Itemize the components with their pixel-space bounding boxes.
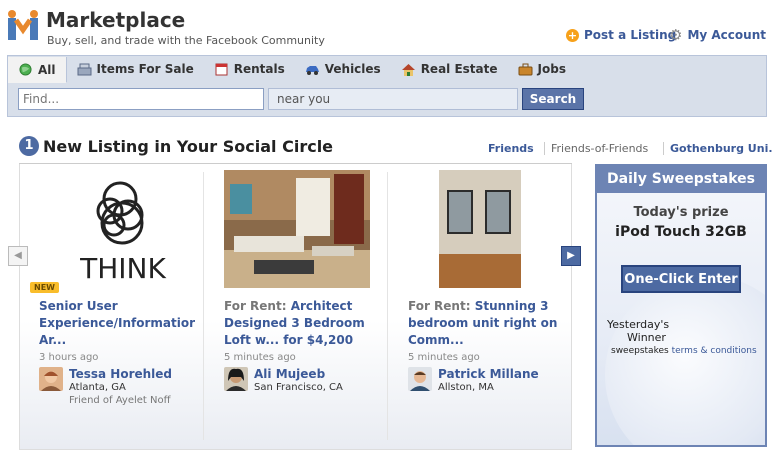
listing-title[interactable]: For Rent: Stunning 3 bedroom unit right …: [408, 298, 563, 349]
seller-info: Patrick Millane Allston, MA: [408, 367, 563, 394]
tab-label: All: [38, 62, 56, 77]
post-listing-link[interactable]: + Post a Listing: [566, 28, 676, 42]
search-button[interactable]: Search: [522, 88, 584, 110]
listing-details: Senior User Experience/Informatior Ar...…: [39, 298, 196, 408]
think-logo-image: THINK: [79, 181, 166, 285]
tab-label: Rentals: [233, 62, 285, 76]
filter-network[interactable]: Gothenburg Uni.: [663, 142, 773, 155]
listing-card[interactable]: THINK: [38, 170, 208, 288]
listing-image[interactable]: THINK: [38, 170, 208, 288]
app-title: Marketplace: [46, 8, 186, 32]
sweepstakes-terms: sweepstakes terms & conditions: [611, 346, 757, 356]
seller-name[interactable]: Patrick Millane: [438, 367, 539, 381]
location-input[interactable]: [268, 88, 518, 110]
loft-photo: [224, 170, 370, 288]
apartment-photo: [439, 170, 521, 288]
globe-background: [605, 275, 765, 445]
tab-label: Items For Sale: [96, 62, 194, 76]
terms-prefix: sweepstakes: [611, 346, 669, 356]
app-tagline: Buy, sell, and trade with the Facebook C…: [47, 34, 325, 47]
nav-panel: All Items For Sale Rentals Vehicles Real…: [7, 55, 767, 117]
tab-items-for-sale[interactable]: Items For Sale: [67, 56, 204, 82]
listing-title[interactable]: Senior User Experience/Informatior Ar...: [39, 298, 196, 349]
listing-image[interactable]: [224, 170, 370, 288]
listing-card[interactable]: [439, 170, 521, 288]
seller-info: Ali Mujeeb San Francisco, CA: [224, 367, 379, 394]
marketplace-logo: [8, 10, 38, 40]
listing-image[interactable]: [439, 170, 521, 288]
listing-time: 5 minutes ago: [408, 352, 480, 363]
tab-label: Jobs: [537, 62, 566, 76]
section-title: New Listing in Your Social Circle: [43, 137, 334, 156]
terms-link[interactable]: terms & conditions: [672, 346, 757, 356]
seller-text: Ali Mujeeb San Francisco, CA: [254, 367, 343, 394]
seller-avatar[interactable]: [224, 367, 248, 391]
listing-category: For Rent:: [224, 299, 287, 313]
seller-location: San Francisco, CA: [254, 382, 343, 393]
tab-vehicles[interactable]: Vehicles: [295, 56, 391, 82]
sweepstakes-content: Daily Sweepstakes Today's prize iPod Tou…: [597, 166, 765, 293]
car-icon: [305, 65, 319, 75]
calendar-icon: [215, 63, 228, 75]
listing-title[interactable]: For Rent: Architect Designed 3 Bedroom L…: [224, 298, 379, 349]
filter-friends-of-friends[interactable]: Friends-of-Friends: [544, 142, 648, 155]
listing-time: 3 hours ago: [39, 352, 99, 363]
tab-jobs[interactable]: Jobs: [508, 56, 576, 82]
listing-details: For Rent: Stunning 3 bedroom unit right …: [408, 298, 563, 394]
seller-relation: Friend of Ayelet Noff: [69, 395, 171, 406]
my-account-link[interactable]: ⚙ My Account: [669, 25, 766, 44]
yesterday-label: Yesterday's: [607, 318, 670, 331]
search-row: Search: [18, 88, 584, 110]
sweepstakes-panel: Daily Sweepstakes Today's prize iPod Tou…: [595, 164, 767, 447]
tab-rentals[interactable]: Rentals: [204, 56, 295, 82]
house-icon: [401, 63, 415, 76]
filter-friends[interactable]: Friends: [488, 142, 534, 155]
tab-label: Vehicles: [324, 62, 381, 76]
seller-avatar[interactable]: [408, 367, 432, 391]
sweepstakes-title: Daily Sweepstakes: [597, 166, 765, 193]
listing-title-text: Senior User Experience/Informatior Ar...: [39, 299, 196, 347]
carousel-prev-button[interactable]: ◀: [8, 246, 28, 266]
winner-label: Winner: [627, 331, 666, 344]
yesterday-winner: Yesterday's Winner: [607, 318, 669, 344]
carousel-next-button[interactable]: ▶: [561, 246, 581, 266]
search-input[interactable]: [18, 88, 264, 110]
new-badge: NEW: [30, 282, 59, 293]
seller-text: Tessa Horehled Atlanta, GA Friend of Aye…: [69, 367, 172, 408]
globe-icon: [19, 63, 32, 76]
card-divider: [387, 172, 388, 440]
gear-icon: ⚙: [669, 25, 683, 44]
tab-real-estate[interactable]: Real Estate: [391, 56, 508, 82]
my-account-label: My Account: [687, 28, 766, 42]
seller-avatar[interactable]: [39, 367, 63, 391]
category-tabs: All Items For Sale Rentals Vehicles Real…: [8, 56, 576, 83]
listing-details: For Rent: Architect Designed 3 Bedroom L…: [224, 298, 379, 394]
seller-name[interactable]: Tessa Horehled: [69, 367, 172, 381]
prize-name: iPod Touch 32GB: [615, 224, 747, 240]
listing-time: 5 minutes ago: [224, 352, 296, 363]
post-listing-label: Post a Listing: [584, 28, 677, 42]
plus-icon: +: [566, 28, 579, 42]
prize-label: Today's prize: [633, 205, 729, 220]
cash-register-icon: [77, 63, 92, 75]
tab-label: Real Estate: [420, 62, 498, 76]
seller-text: Patrick Millane Allston, MA: [438, 367, 539, 394]
briefcase-icon: [518, 63, 533, 75]
listing-card[interactable]: [224, 170, 370, 288]
seller-name[interactable]: Ali Mujeeb: [254, 367, 343, 381]
think-logo-text: THINK: [79, 252, 166, 285]
seller-location: Atlanta, GA: [69, 382, 126, 393]
seller-info: Tessa Horehled Atlanta, GA Friend of Aye…: [39, 367, 194, 408]
section-number-badge: 1: [19, 136, 39, 156]
tab-all[interactable]: All: [8, 57, 67, 83]
listing-category: For Rent:: [408, 299, 471, 313]
seller-location: Allston, MA: [438, 382, 494, 393]
one-click-enter-button[interactable]: One-Click Enter: [621, 265, 741, 293]
